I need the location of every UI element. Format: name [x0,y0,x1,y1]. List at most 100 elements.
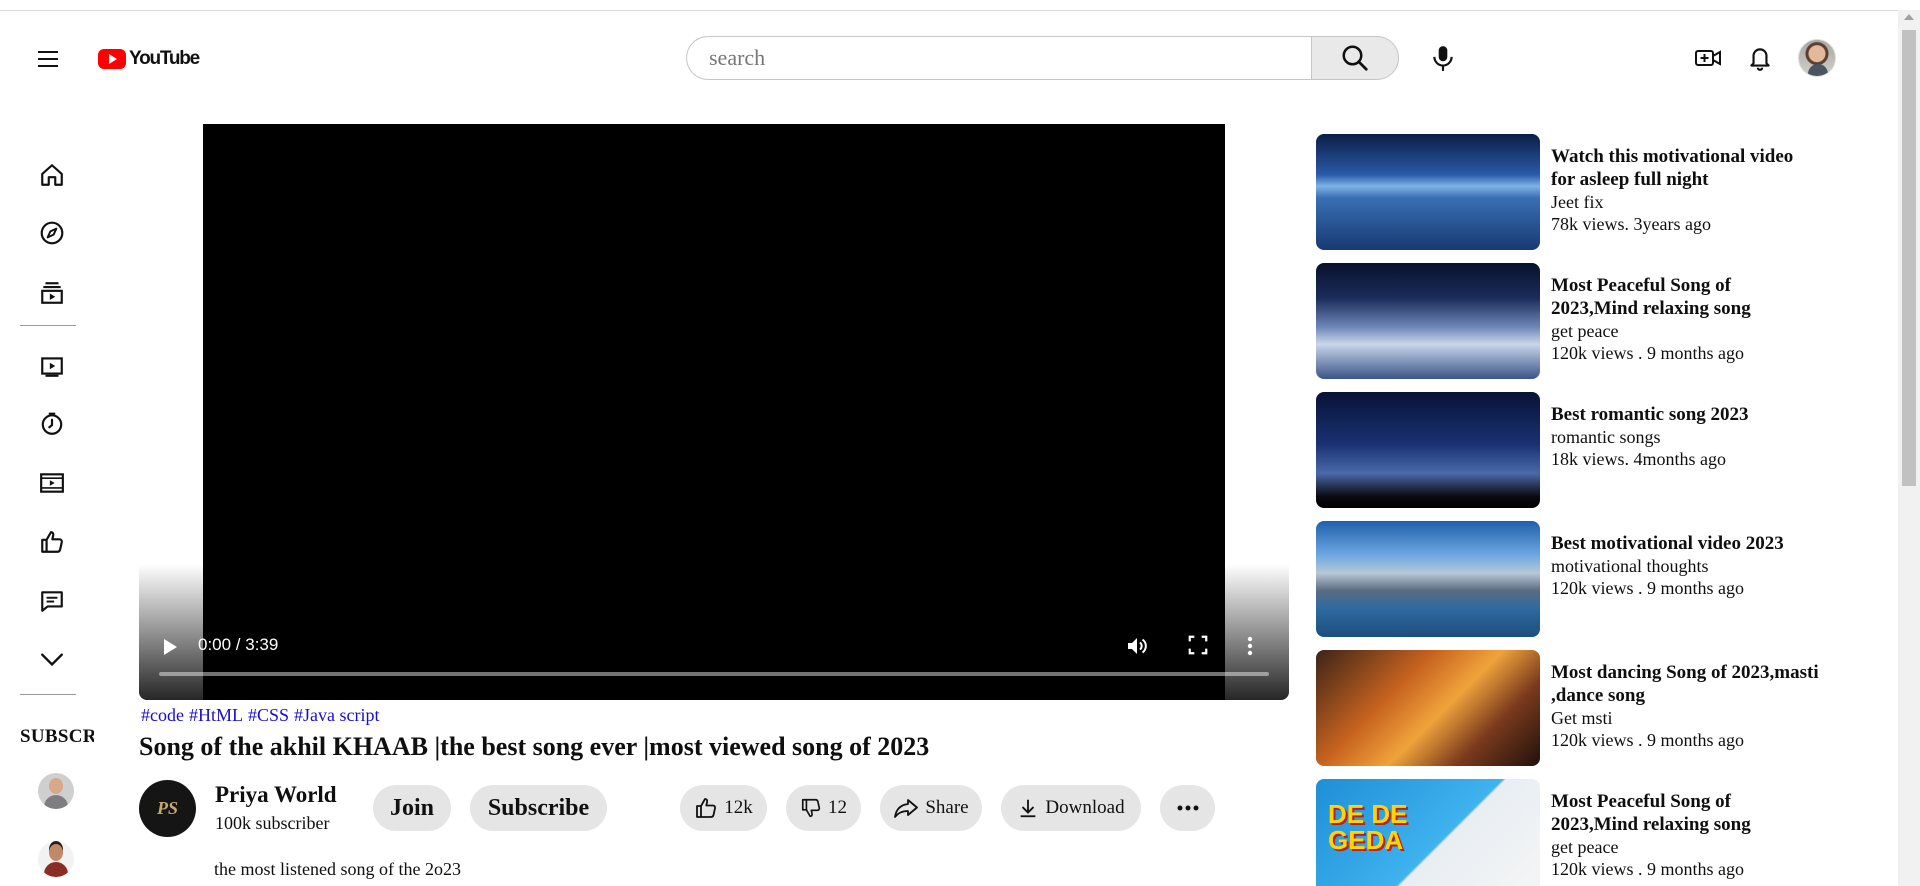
recommended-video[interactable]: Best romantic song 2023 romantic songs 1… [1316,392,1856,508]
chevron-down-icon[interactable] [39,646,65,672]
hashtag-link[interactable]: #Java script [294,705,379,725]
subscriber-count: 100k subscriber [215,813,330,833]
youtube-logo[interactable]: YouTube [98,47,200,71]
more-actions-button[interactable] [1160,785,1215,831]
rec-title-text: Most dancing Song of 2023,masti ,dance s… [1551,662,1819,706]
scroll-up-arrow-icon[interactable] [1904,14,1914,20]
thumbnail-title-text: DE DE GEDA [1328,799,1408,855]
share-label: Share [925,797,969,818]
video-thumbnail[interactable] [1316,650,1540,766]
explore-icon[interactable] [39,220,65,246]
rec-title-text: Watch this motivational video for asleep… [1551,146,1794,190]
more-horizontal-icon [1177,805,1198,811]
rec-channel-name: get peace [1551,321,1619,341]
rec-title-text: Most Peaceful Song of 2023,Mind relaxing… [1551,791,1751,835]
rec-view-meta: 120k views . 9 months ago [1551,578,1744,598]
home-icon[interactable] [39,162,65,188]
recommended-video[interactable]: Watch this motivational video for asleep… [1316,134,1856,250]
sidebar-divider [20,694,76,695]
library-icon[interactable] [39,353,65,379]
hashtag-link[interactable]: #code [141,705,184,725]
more-options-icon[interactable] [1245,634,1255,658]
share-icon [894,799,919,818]
subscribe-button[interactable]: Subscribe [470,785,607,831]
dislike-button[interactable]: 12 [786,785,861,831]
notifications-bell-icon[interactable] [1747,44,1773,72]
rec-channel-name: Get msti [1551,708,1613,728]
play-icon[interactable] [164,639,177,655]
video-thumbnail[interactable] [1316,392,1540,508]
subscription-avatar[interactable] [38,841,74,877]
rec-view-meta: 120k views . 9 months ago [1551,859,1744,879]
recommended-video[interactable]: Most Peaceful Song of 2023,Mind relaxing… [1316,263,1856,379]
channel-name[interactable]: Priya World [215,782,337,808]
hashtags: #code #HtML #CSS #Java script [141,705,385,726]
recommended-video-title[interactable]: Most dancing Song of 2023,masti ,dance s… [1551,661,1821,751]
youtube-play-icon [98,49,126,69]
share-button[interactable]: Share [880,785,982,831]
video-thumbnail[interactable] [1316,134,1540,250]
top-border [0,10,1898,11]
search-button[interactable] [1311,36,1399,80]
time-display: 0:00 / 3:39 [198,635,279,654]
rec-view-meta: 78k views. 3years ago [1551,214,1711,234]
like-count: 12k [724,797,753,818]
rec-view-meta: 120k views . 9 months ago [1551,730,1744,750]
history-icon[interactable] [39,411,65,437]
thumbs-down-icon [801,798,821,818]
rec-view-meta: 120k views . 9 months ago [1551,343,1744,363]
rec-channel-name: Jeet fix [1551,192,1604,212]
video-thumbnail[interactable] [1316,521,1540,637]
scrollbar-thumb[interactable] [1902,30,1916,486]
hashtag-link[interactable]: #HtML [189,705,243,725]
rec-title-text: Most Peaceful Song of 2023,Mind relaxing… [1551,275,1751,319]
recommended-video-title[interactable]: Most Peaceful Song of 2023,Mind relaxing… [1551,274,1821,364]
create-video-icon[interactable] [1694,45,1722,71]
microphone-icon[interactable] [1430,44,1456,72]
recommended-video[interactable]: Most dancing Song of 2023,masti ,dance s… [1316,650,1856,766]
thumbs-up-icon [696,798,717,818]
recommended-video-title[interactable]: Best romantic song 2023 romantic songs 1… [1551,403,1821,470]
rec-view-meta: 18k views. 4months ago [1551,449,1726,469]
recommended-video-title[interactable]: Watch this motivational video for asleep… [1551,145,1821,235]
progress-bar[interactable] [159,672,1269,676]
recommended-video-title[interactable]: Most Peaceful Song of 2023,Mind relaxing… [1551,790,1821,880]
search-bar [686,36,1399,80]
video-thumbnail[interactable] [1316,263,1540,379]
recommended-video-title[interactable]: Best motivational video 2023 motivationa… [1551,532,1821,599]
page-scrollbar[interactable] [1898,10,1920,886]
download-button[interactable]: Download [1001,785,1141,831]
hamburger-menu-icon[interactable] [38,51,58,67]
subscriptions-icon[interactable] [39,280,65,306]
subscriptions-heading: SUBSCRIPTIONS [20,726,94,747]
comments-icon[interactable] [39,588,65,614]
join-button[interactable]: Join [373,785,451,831]
channel-avatar[interactable]: PS [139,780,196,837]
rec-channel-name: romantic songs [1551,427,1661,447]
sidebar-divider [20,325,76,326]
rec-channel-name: motivational thoughts [1551,556,1709,576]
dislike-count: 12 [828,797,847,818]
video-title: Song of the akhil KHAAB |the best song e… [139,732,930,761]
rec-title-text: Best motivational video 2023 [1551,533,1784,554]
recommended-video[interactable]: Best motivational video 2023 motivationa… [1316,521,1856,637]
join-label: Join [389,794,434,821]
hashtag-link[interactable]: #CSS [248,705,289,725]
subscription-avatar[interactable] [38,773,74,809]
user-avatar[interactable] [1798,39,1836,77]
recommended-video[interactable]: DE DE GEDA Most Peaceful Song of 2023,Mi… [1316,779,1856,886]
your-videos-icon[interactable] [39,470,65,496]
video-thumbnail[interactable]: DE DE GEDA [1316,779,1540,886]
like-button[interactable]: 12k [680,785,767,831]
video-description: the most listened song of the 2o23 [214,859,461,879]
search-input[interactable] [686,36,1311,80]
logo-text: YouTube [129,48,200,69]
download-label: Download [1045,797,1125,818]
download-icon [1021,799,1036,818]
liked-videos-icon[interactable] [39,529,65,555]
video-player[interactable]: 0:00 / 3:39 [139,124,1289,700]
fullscreen-icon[interactable] [1187,634,1209,656]
search-icon [1342,45,1368,71]
rec-channel-name: get peace [1551,837,1619,857]
volume-icon[interactable] [1125,634,1149,658]
